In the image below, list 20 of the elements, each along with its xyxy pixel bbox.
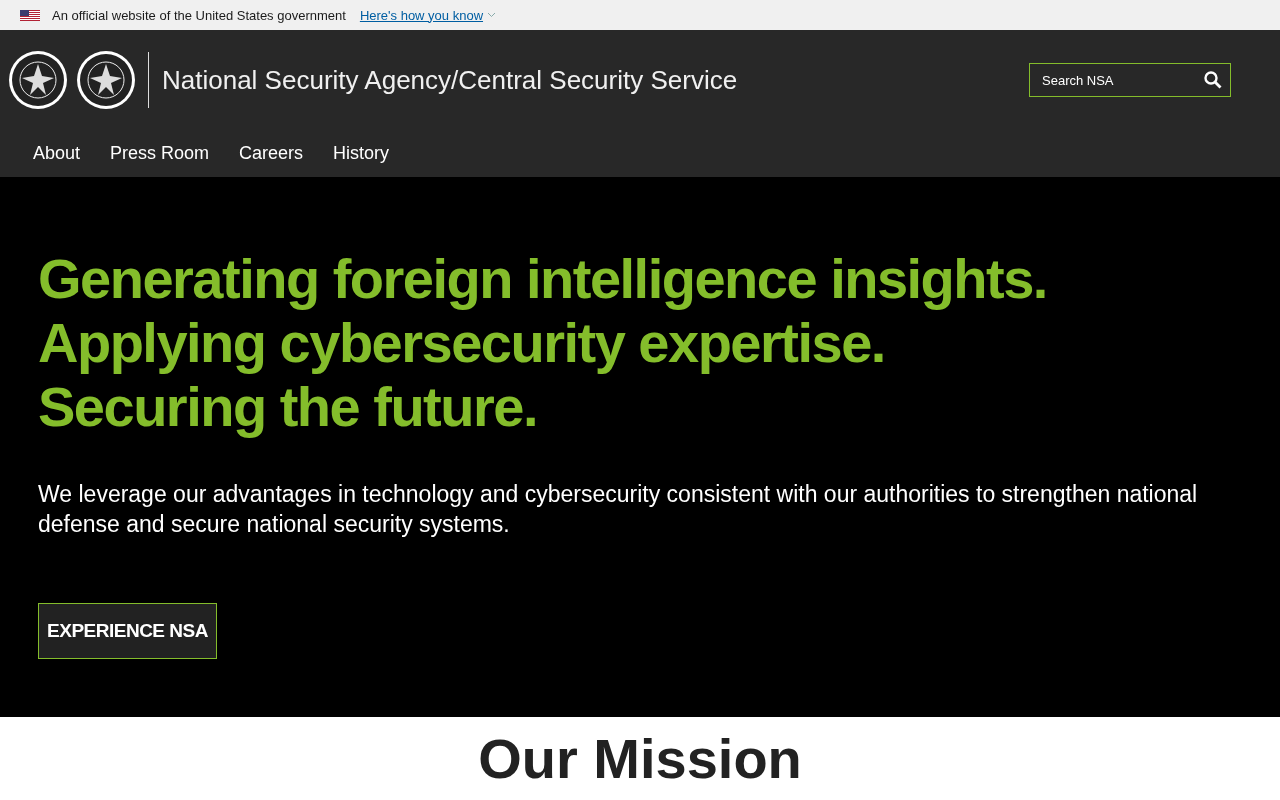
search-icon[interactable] <box>1204 71 1222 89</box>
nav-link[interactable]: About <box>18 130 96 177</box>
hero-description: We leverage our advantages in technology and cybersecurity consistent with our authorities to strengthen national defense and secure national security systems. <box>38 480 1199 539</box>
nav-link[interactable]: History <box>318 130 405 177</box>
nav-link[interactable]: Press Room <box>95 130 225 177</box>
section-heading: Our Mission <box>478 727 802 792</box>
how-you-know-link[interactable]: Here's how you know <box>359 7 497 23</box>
search-box[interactable]: Search NSA <box>1029 63 1231 97</box>
banner-text: An official website of the United States government <box>52 7 346 23</box>
flag-icon <box>20 9 40 21</box>
headline: Generating foreign intelligence insights. <box>38 247 1048 311</box>
seal-logo <box>76 50 136 110</box>
headline: Securing the future. <box>38 375 538 439</box>
chevron-icon <box>487 12 497 18</box>
headline: Applying cybersecurity expertise. <box>38 311 886 375</box>
site-title[interactable]: National Security Agency/Central Security Service <box>149 64 738 96</box>
seal-logo <box>8 50 68 110</box>
search-field[interactable]: Search NSA <box>1030 72 1204 88</box>
experience-button[interactable]: EXPERIENCE NSA <box>38 603 217 659</box>
nav-link[interactable]: Careers <box>224 130 319 177</box>
